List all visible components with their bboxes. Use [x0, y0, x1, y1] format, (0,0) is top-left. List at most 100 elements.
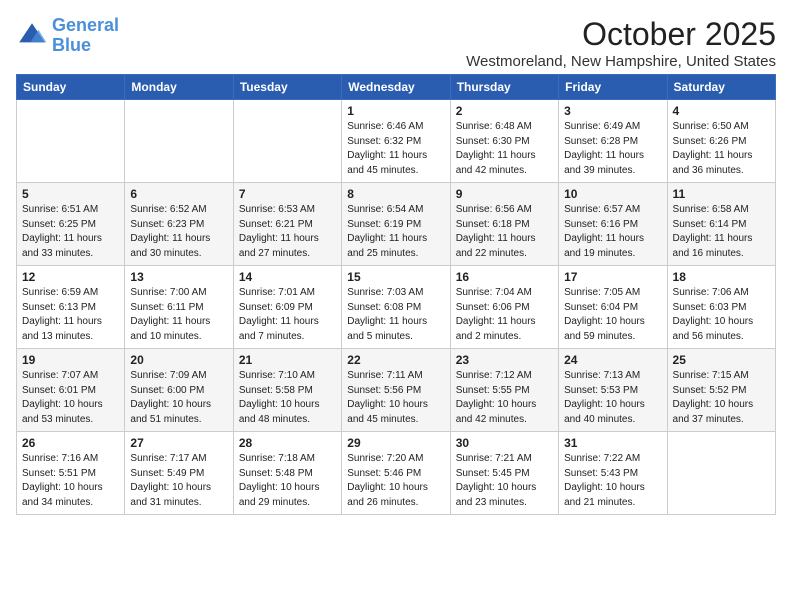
calendar-cell: 17 Sunrise: 7:05 AMSunset: 6:04 PMDayligh… — [559, 266, 667, 349]
day-number: 20 — [130, 353, 227, 367]
day-number: 30 — [456, 436, 553, 450]
calendar-cell: 13 Sunrise: 7:00 AMSunset: 6:11 PMDayligh… — [125, 266, 233, 349]
calendar-cell: 25Sunrise: 7:15 AMSunset: 5:52 PMDayligh… — [667, 349, 775, 432]
day-number: 12 — [22, 270, 119, 284]
calendar-cell: 14Sunrise: 7:01 AMSunset: 6:09 PMDayligh… — [233, 266, 341, 349]
day-number: 28 — [239, 436, 336, 450]
calendar-cell: 28 Sunrise: 7:18 AMSunset: 5:48 PMDayligh… — [233, 432, 341, 515]
day-number: 31 — [564, 436, 661, 450]
day-info: Sunrise: 6:57 AMSunset: 6:16 PMDaylight:… — [564, 203, 661, 261]
calendar-cell: 18Sunrise: 7:06 AMSunset: 6:03 PMDayligh… — [667, 266, 775, 349]
calendar-cell: 4 Sunrise: 6:50 AMSunset: 6:26 PMDaylight… — [667, 100, 775, 183]
day-info: Sunrise: 7:17 AMSunset: 5:49 PMDaylight:… — [130, 452, 227, 510]
calendar-cell: 1Sunrise: 6:46 AMSunset: 6:32 PMDaylight… — [342, 100, 450, 183]
calendar-cell: 2 Sunrise: 6:48 AMSunset: 6:30 PMDaylight… — [450, 100, 558, 183]
calendar-cell: 23Sunrise: 7:12 AMSunset: 5:55 PMDayligh… — [450, 349, 558, 432]
day-number: 16 — [456, 270, 553, 284]
logo-text: General Blue — [52, 16, 119, 56]
day-info: Sunrise: 7:13 AMSunset: 5:53 PMDaylight:… — [564, 369, 661, 427]
day-info: Sunrise: 7:07 AMSunset: 6:01 PMDaylight:… — [22, 369, 119, 427]
day-number: 2 — [456, 104, 553, 118]
calendar-subtitle: Westmoreland, New Hampshire, United Stat… — [466, 53, 776, 70]
calendar-cell: 27 Sunrise: 7:17 AMSunset: 5:49 PMDayligh… — [125, 432, 233, 515]
day-number: 6 — [130, 187, 227, 201]
day-header-wednesday: Wednesday — [342, 75, 450, 100]
calendar-cell: 6Sunrise: 6:52 AMSunset: 6:23 PMDaylight… — [125, 183, 233, 266]
calendar-week-5: 26 Sunrise: 7:16 AMSunset: 5:51 PMDayligh… — [17, 432, 776, 515]
day-number: 5 — [22, 187, 119, 201]
day-header-tuesday: Tuesday — [233, 75, 341, 100]
day-info: Sunrise: 6:46 AMSunset: 6:32 PMDaylight:… — [347, 120, 444, 178]
calendar-week-4: 19 Sunrise: 7:07 AMSunset: 6:01 PMDayligh… — [17, 349, 776, 432]
day-number: 7 — [239, 187, 336, 201]
day-info: Sunrise: 7:18 AMSunset: 5:48 PMDaylight:… — [239, 452, 336, 510]
day-info: Sunrise: 7:21 AMSunset: 5:45 PMDaylight:… — [456, 452, 553, 510]
title-block: October 2025 Westmoreland, New Hampshire… — [466, 16, 776, 70]
calendar-cell: 8Sunrise: 6:54 AMSunset: 6:19 PMDaylight… — [342, 183, 450, 266]
day-number: 17 — [564, 270, 661, 284]
calendar-cell: 11 Sunrise: 6:58 AMSunset: 6:14 PMDayligh… — [667, 183, 775, 266]
day-number: 23 — [456, 353, 553, 367]
day-info: Sunrise: 6:56 AMSunset: 6:18 PMDaylight:… — [456, 203, 553, 261]
day-number: 24 — [564, 353, 661, 367]
calendar-cell: 16Sunrise: 7:04 AMSunset: 6:06 PMDayligh… — [450, 266, 558, 349]
calendar-cell: 19 Sunrise: 7:07 AMSunset: 6:01 PMDayligh… — [17, 349, 125, 432]
day-info: Sunrise: 6:48 AMSunset: 6:30 PMDaylight:… — [456, 120, 553, 178]
day-info: Sunrise: 6:49 AMSunset: 6:28 PMDaylight:… — [564, 120, 661, 178]
calendar-cell — [125, 100, 233, 183]
calendar-cell: 5Sunrise: 6:51 AMSunset: 6:25 PMDaylight… — [17, 183, 125, 266]
calendar-cell: 20 Sunrise: 7:09 AMSunset: 6:00 PMDayligh… — [125, 349, 233, 432]
calendar-cell: 22Sunrise: 7:11 AMSunset: 5:56 PMDayligh… — [342, 349, 450, 432]
day-header-thursday: Thursday — [450, 75, 558, 100]
day-number: 15 — [347, 270, 444, 284]
calendar-cell: 10 Sunrise: 6:57 AMSunset: 6:16 PMDayligh… — [559, 183, 667, 266]
page-header: General Blue October 2025 Westmoreland, … — [16, 16, 776, 70]
calendar-cell — [233, 100, 341, 183]
day-info: Sunrise: 6:50 AMSunset: 6:26 PMDaylight:… — [673, 120, 770, 178]
day-header-sunday: Sunday — [17, 75, 125, 100]
calendar-week-3: 12 Sunrise: 6:59 AMSunset: 6:13 PMDayligh… — [17, 266, 776, 349]
day-info: Sunrise: 7:11 AMSunset: 5:56 PMDaylight:… — [347, 369, 444, 427]
day-info: Sunrise: 7:16 AMSunset: 5:51 PMDaylight:… — [22, 452, 119, 510]
day-info: Sunrise: 7:22 AMSunset: 5:43 PMDaylight:… — [564, 452, 661, 510]
calendar-cell: 30 Sunrise: 7:21 AMSunset: 5:45 PMDayligh… — [450, 432, 558, 515]
day-number: 4 — [673, 104, 770, 118]
day-info: Sunrise: 7:06 AMSunset: 6:03 PMDaylight:… — [673, 286, 770, 344]
day-number: 11 — [673, 187, 770, 201]
calendar-cell: 24 Sunrise: 7:13 AMSunset: 5:53 PMDayligh… — [559, 349, 667, 432]
calendar-title: October 2025 — [466, 16, 776, 53]
calendar-cell: 12 Sunrise: 6:59 AMSunset: 6:13 PMDayligh… — [17, 266, 125, 349]
day-number: 13 — [130, 270, 227, 284]
calendar-cell — [667, 432, 775, 515]
calendar-header-row: SundayMondayTuesdayWednesdayThursdayFrid… — [17, 75, 776, 100]
day-info: Sunrise: 7:00 AMSunset: 6:11 PMDaylight:… — [130, 286, 227, 344]
day-number: 25 — [673, 353, 770, 367]
calendar-cell: 31 Sunrise: 7:22 AMSunset: 5:43 PMDayligh… — [559, 432, 667, 515]
calendar-cell: 15 Sunrise: 7:03 AMSunset: 6:08 PMDayligh… — [342, 266, 450, 349]
calendar-week-2: 5Sunrise: 6:51 AMSunset: 6:25 PMDaylight… — [17, 183, 776, 266]
day-info: Sunrise: 7:03 AMSunset: 6:08 PMDaylight:… — [347, 286, 444, 344]
day-info: Sunrise: 7:05 AMSunset: 6:04 PMDaylight:… — [564, 286, 661, 344]
day-number: 10 — [564, 187, 661, 201]
calendar-cell: 3 Sunrise: 6:49 AMSunset: 6:28 PMDaylight… — [559, 100, 667, 183]
day-number: 19 — [22, 353, 119, 367]
day-number: 26 — [22, 436, 119, 450]
calendar-week-1: 1Sunrise: 6:46 AMSunset: 6:32 PMDaylight… — [17, 100, 776, 183]
day-info: Sunrise: 7:09 AMSunset: 6:00 PMDaylight:… — [130, 369, 227, 427]
day-number: 8 — [347, 187, 444, 201]
day-number: 3 — [564, 104, 661, 118]
day-info: Sunrise: 6:59 AMSunset: 6:13 PMDaylight:… — [22, 286, 119, 344]
logo-line1: General — [52, 15, 119, 35]
day-number: 14 — [239, 270, 336, 284]
logo: General Blue — [16, 16, 119, 56]
day-number: 27 — [130, 436, 227, 450]
day-number: 29 — [347, 436, 444, 450]
calendar-cell: 21Sunrise: 7:10 AMSunset: 5:58 PMDayligh… — [233, 349, 341, 432]
calendar-cell — [17, 100, 125, 183]
day-header-monday: Monday — [125, 75, 233, 100]
day-number: 9 — [456, 187, 553, 201]
day-header-friday: Friday — [559, 75, 667, 100]
calendar-cell: 7Sunrise: 6:53 AMSunset: 6:21 PMDaylight… — [233, 183, 341, 266]
day-info: Sunrise: 6:58 AMSunset: 6:14 PMDaylight:… — [673, 203, 770, 261]
day-number: 21 — [239, 353, 336, 367]
